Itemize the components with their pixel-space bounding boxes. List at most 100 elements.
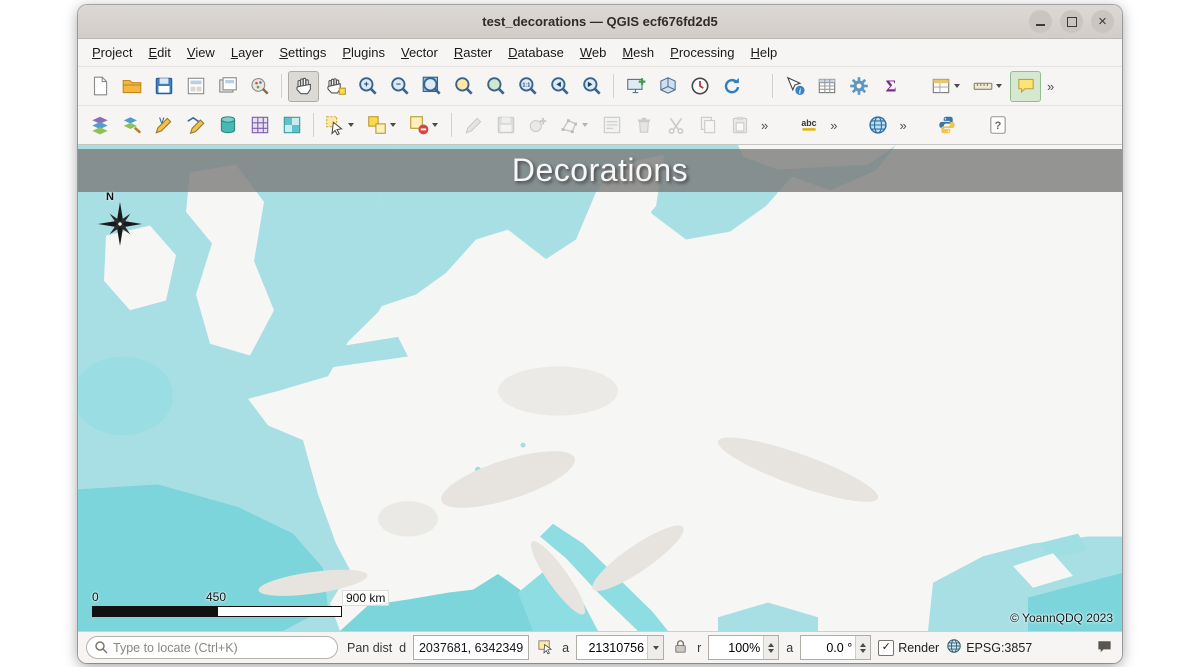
- scale-combo[interactable]: [576, 635, 664, 660]
- chevron-down-icon[interactable]: [432, 123, 438, 127]
- open-project-button[interactable]: [116, 71, 147, 102]
- north-arrow-icon: [97, 201, 143, 247]
- open-attribute-table-button[interactable]: [926, 71, 967, 102]
- menu-edit[interactable]: Edit: [140, 41, 178, 64]
- new-print-layout-button[interactable]: [180, 71, 211, 102]
- help-contents-button[interactable]: ?: [983, 110, 1014, 141]
- new-mesh-layer-button[interactable]: [276, 110, 307, 141]
- menu-view[interactable]: View: [179, 41, 223, 64]
- refresh-map-button[interactable]: [716, 71, 747, 102]
- spinner-arrows-icon[interactable]: [763, 636, 778, 659]
- menu-help[interactable]: Help: [742, 41, 785, 64]
- crs-button[interactable]: EPSG:3857: [946, 638, 1032, 657]
- new-project-button[interactable]: [84, 71, 115, 102]
- menu-plugins[interactable]: Plugins: [334, 41, 393, 64]
- new-geopackage-layer-button[interactable]: [212, 110, 243, 141]
- layer-styling-button[interactable]: [116, 110, 147, 141]
- chevron-down-icon[interactable]: [954, 84, 960, 88]
- minimize-button[interactable]: [1029, 10, 1052, 33]
- show-layout-manager-button[interactable]: [212, 71, 243, 102]
- extents-toggle-button[interactable]: [536, 637, 555, 659]
- select-features-by-value-button[interactable]: [362, 110, 403, 141]
- temporal-controller-button[interactable]: [684, 71, 715, 102]
- rotation-input[interactable]: [801, 638, 855, 657]
- layer-labeling-options-button[interactable]: abc: [793, 110, 824, 141]
- zoom-native-resolution-button[interactable]: 1:1: [512, 71, 543, 102]
- zoom-next-button[interactable]: [576, 71, 607, 102]
- scalebar-bar: [92, 606, 342, 617]
- new-map-view-button[interactable]: [620, 71, 651, 102]
- data-source-manager-icon: [89, 114, 111, 136]
- magnifier-input[interactable]: [709, 638, 763, 657]
- toolbar-overflow-chevron[interactable]: »: [825, 118, 842, 133]
- scalebar-label-mid: 450: [206, 590, 226, 604]
- new-project-icon: [89, 75, 111, 97]
- chevron-down-icon[interactable]: [996, 84, 1002, 88]
- field-calculator-button[interactable]: [811, 71, 842, 102]
- deselect-features-button[interactable]: [404, 110, 445, 141]
- processing-toolbox-button[interactable]: [843, 71, 874, 102]
- maximize-button[interactable]: [1060, 10, 1083, 33]
- checkbox-checked-icon[interactable]: ✓: [878, 640, 894, 656]
- scale-input[interactable]: [577, 638, 647, 657]
- close-button[interactable]: [1091, 10, 1114, 33]
- render-toggle[interactable]: ✓ Render: [878, 640, 939, 656]
- python-console-button[interactable]: [932, 110, 963, 141]
- coordinate-input[interactable]: [413, 635, 529, 660]
- zoom-in-button[interactable]: +: [352, 71, 383, 102]
- chevron-down-icon[interactable]: [348, 123, 354, 127]
- new-vector-layer-button[interactable]: V: [148, 110, 179, 141]
- chevron-down-icon[interactable]: [390, 123, 396, 127]
- measure-icon: [972, 75, 994, 97]
- new-3d-map-view-button[interactable]: [652, 71, 683, 102]
- zoom-to-layer-button[interactable]: [480, 71, 511, 102]
- chevron-down-icon[interactable]: [647, 636, 663, 659]
- data-source-manager-button[interactable]: [84, 110, 115, 141]
- menu-vector[interactable]: Vector: [393, 41, 446, 64]
- menu-processing[interactable]: Processing: [662, 41, 742, 64]
- map-canvas[interactable]: Decorations N 0 450 900 km: [78, 145, 1122, 631]
- zoom-to-selection-button[interactable]: [448, 71, 479, 102]
- menu-settings[interactable]: Settings: [271, 41, 334, 64]
- menu-raster[interactable]: Raster: [446, 41, 500, 64]
- measure-button[interactable]: [968, 71, 1009, 102]
- map-tips-button[interactable]: [1010, 71, 1041, 102]
- locate-input[interactable]: [86, 636, 338, 659]
- menu-project[interactable]: Project: [84, 41, 140, 64]
- new-shapefile-layer-button[interactable]: [180, 110, 211, 141]
- menu-mesh[interactable]: Mesh: [614, 41, 662, 64]
- zoom-last-icon: [549, 75, 571, 97]
- select-features-button[interactable]: [320, 110, 361, 141]
- menu-web[interactable]: Web: [572, 41, 615, 64]
- menubar: ProjectEditViewLayerSettingsPluginsVecto…: [78, 39, 1122, 66]
- toolbar-overflow-chevron[interactable]: »: [756, 118, 773, 133]
- select-features-by-value-icon: [366, 114, 388, 136]
- zoom-full-extent-button[interactable]: [416, 71, 447, 102]
- zoom-out-button[interactable]: −: [384, 71, 415, 102]
- toolbar-overflow-chevron[interactable]: »: [894, 118, 911, 133]
- toolbar-overflow-chevron[interactable]: »: [1042, 79, 1059, 94]
- add-feature-icon: [527, 114, 549, 136]
- chevron-down-icon[interactable]: [582, 123, 588, 127]
- toolbar-separator: [281, 74, 282, 98]
- metasearch-catalog-button[interactable]: [862, 110, 893, 141]
- rotation-spin[interactable]: [800, 635, 871, 660]
- identify-features-button[interactable]: i: [779, 71, 810, 102]
- titlebar[interactable]: test_decorations — QGIS ecf676fd2d5: [78, 5, 1122, 39]
- magnifier-spin[interactable]: [708, 635, 779, 660]
- messages-button[interactable]: [1095, 637, 1114, 659]
- pan-to-selection-button[interactable]: [320, 71, 351, 102]
- spinner-arrows-icon[interactable]: [855, 636, 870, 659]
- save-project-button[interactable]: [148, 71, 179, 102]
- new-virtual-layer-button[interactable]: [244, 110, 275, 141]
- lock-scale-button[interactable]: [671, 637, 690, 659]
- maximize-icon: [1067, 17, 1077, 27]
- statistical-summary-button[interactable]: Σ: [875, 71, 906, 102]
- pan-map-button[interactable]: [288, 71, 319, 102]
- locate-box[interactable]: [86, 636, 338, 659]
- style-manager-button[interactable]: [244, 71, 275, 102]
- menu-database[interactable]: Database: [500, 41, 572, 64]
- render-label: Render: [898, 641, 939, 655]
- menu-layer[interactable]: Layer: [223, 41, 272, 64]
- zoom-last-button[interactable]: [544, 71, 575, 102]
